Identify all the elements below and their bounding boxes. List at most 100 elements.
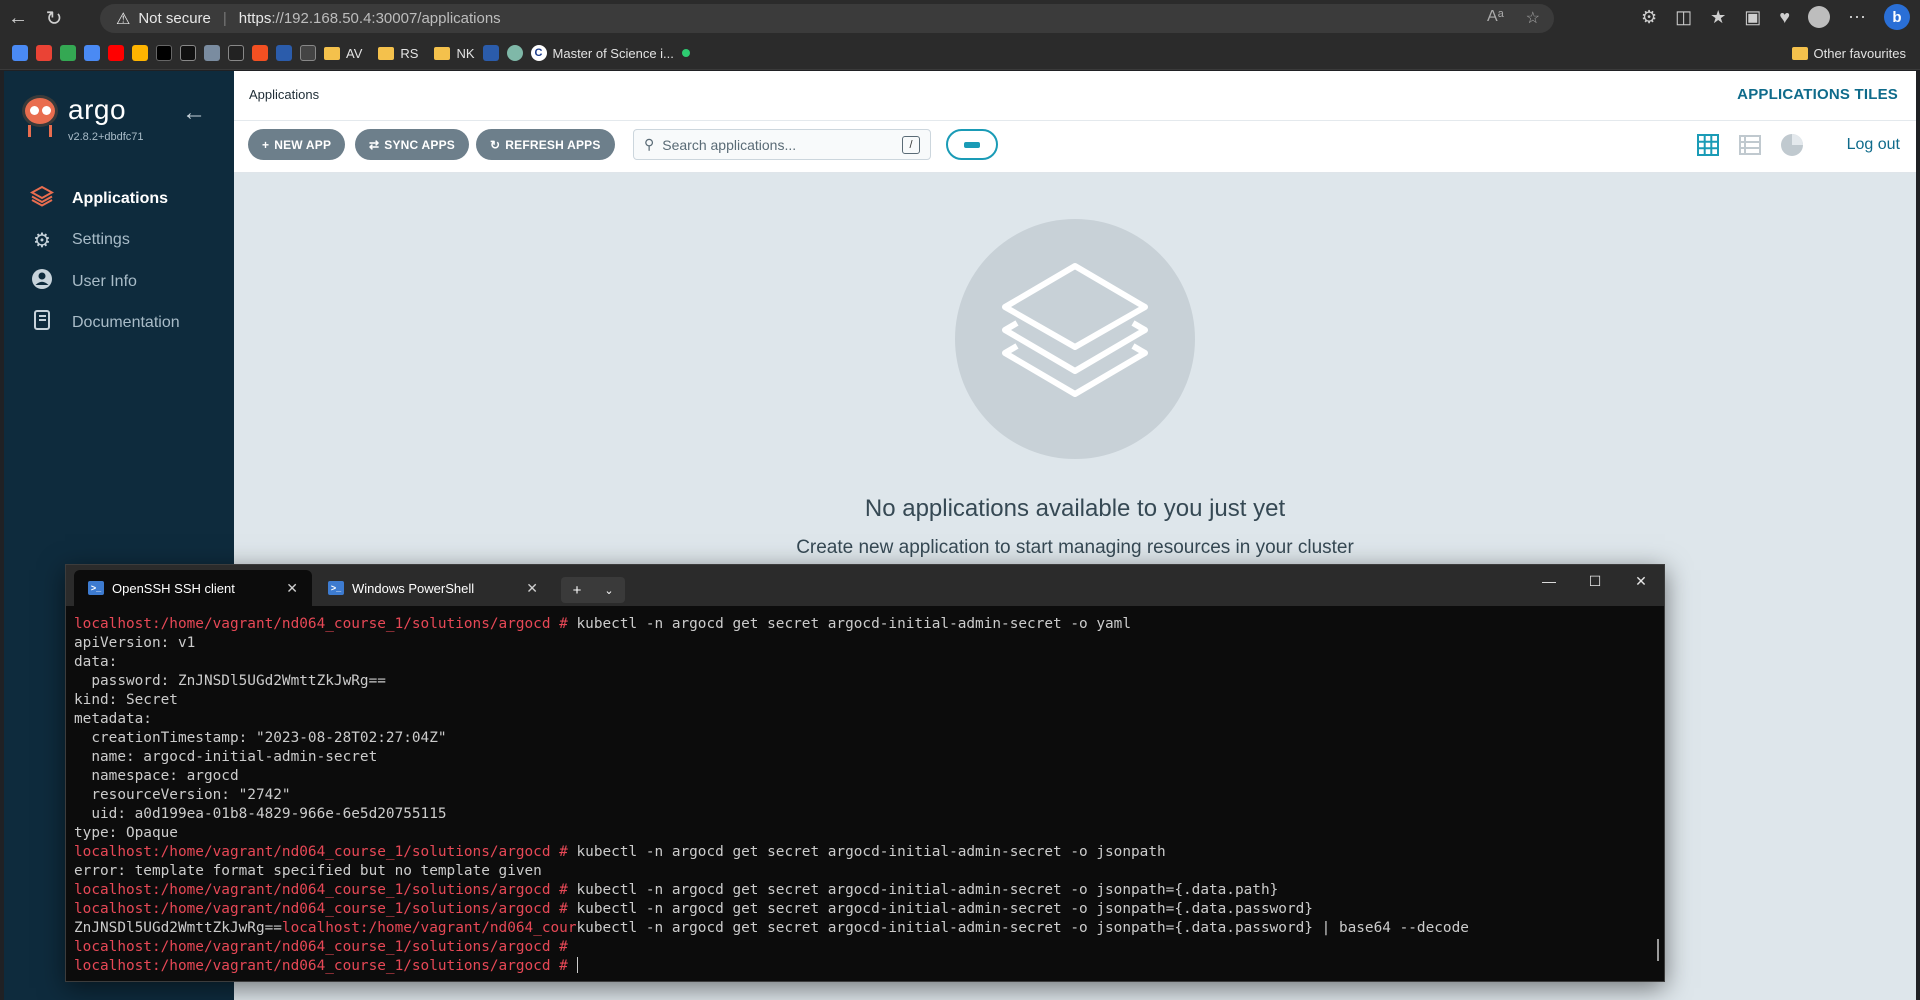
read-aloud-icon[interactable]: Aᵃ [1487,8,1504,28]
terminal-line: type: Opaque [74,825,178,841]
search-input[interactable]: ⚲ Search applications... / [633,129,931,160]
terminal-line: localhost:/home/vagrant/nd064_course_1/s… [74,938,1654,957]
terminal-scrollbar[interactable] [1657,939,1659,961]
sidebar-item-user-info[interactable]: User Info [4,262,234,302]
text-cursor [576,957,578,973]
chevron-down-icon[interactable]: ⌄ [593,577,625,603]
more-menu-icon[interactable]: ⋯ [1848,7,1866,28]
plus-icon[interactable]: + [561,577,593,603]
sidebar-item-label: Applications [72,190,169,207]
version-label: v2.8.2+dbdfc71 [68,131,144,143]
terminal-output[interactable]: localhost:/home/vagrant/nd064_course_1/s… [74,615,1654,976]
search-placeholder: Search applications... [662,136,797,153]
powershell-icon: >_ [88,581,104,595]
argo-logo[interactable]: argo v2.8.2+dbdfc71 [20,95,144,143]
tab-windows-powershell[interactable]: >_ Windows PowerShell ✕ [314,570,552,606]
performance-icon[interactable]: ♥ [1779,7,1790,28]
gears-icon: ⚙ [33,229,51,252]
page-header: Applications APPLICATIONS TILES [234,71,1916,121]
sidebar-item-documentation[interactable]: Documentation [4,303,234,343]
collections-icon[interactable]: ▣ [1744,7,1761,28]
apps-toolbar: + NEW APP ⇄ SYNC APPS ↻ REFRESH APPS ⚲ S… [234,121,1916,173]
shell-prompt: localhost:/home/vagrant/nd064_course_1/s… [74,844,577,860]
empty-state-subtitle: Create new application to start managing… [796,537,1354,558]
terminal-line: resourceVersion: "2742" [74,787,291,803]
minimize-icon[interactable]: — [1526,565,1572,597]
new-tab-control[interactable]: + ⌄ [561,577,625,603]
bookmark-photos[interactable] [132,42,148,64]
bookmark-microsoft[interactable] [252,42,268,64]
sidebar-item-settings[interactable]: ⚙ Settings [4,220,234,260]
bookmark-site[interactable] [204,42,220,64]
empty-state-title: No applications available to you just ye… [864,495,1286,522]
bookmark-master-of-science[interactable]: C Master of Science i... [530,42,674,64]
other-favourites[interactable]: Other favourites [1791,37,1906,70]
bookmark-link[interactable] [276,42,292,64]
search-shortcut-hint: / [902,136,920,154]
bookmark-translate[interactable] [12,42,28,64]
bookmark-tv[interactable] [180,42,196,64]
bookmark-link-2[interactable] [482,42,499,64]
refresh-apps-button[interactable]: ↻ REFRESH APPS [476,129,615,160]
favorite-star-icon[interactable]: ☆ [1526,8,1540,28]
close-icon[interactable]: ✕ [1618,565,1664,597]
profile-avatar[interactable] [1808,6,1830,28]
maximize-icon[interactable]: ☐ [1572,565,1618,597]
browser-toolbar: ← ↻ ⚠ Not secure | https://192.168.50.4:… [0,0,1920,37]
filter-toggle-button[interactable] [946,129,998,160]
bookmark-folder-nk[interactable]: NK [434,42,475,64]
tiles-view-icon[interactable] [1696,133,1720,157]
sidebar-nav: Applications ⚙ Settings User Info Docume… [4,179,234,344]
filter-icon [964,141,980,148]
shell-prompt: localhost:/home/vagrant/nd064_course_1/s… [74,882,577,898]
terminal-line: localhost:/home/vagrant/nd064_course_1/s… [74,616,1132,632]
shell-prompt: localhost:/home/vagrant/nd064_course_1/s… [74,616,577,632]
close-tab-icon[interactable]: ✕ [526,580,538,597]
url-text: https://192.168.50.4:30007/applications [238,10,501,27]
folder-icon [434,46,451,60]
argo-octopus-icon [20,95,60,139]
bookmark-si[interactable] [228,42,244,64]
bookmark-screen[interactable] [300,42,316,64]
address-bar[interactable]: ⚠ Not secure | https://192.168.50.4:3000… [100,4,1554,33]
shell-prompt: localhost:/home/vagrant/nd064_course_1/s… [74,901,577,917]
terminal-line: metadata: [74,711,152,727]
empty-layers-icon [955,219,1195,459]
bing-copilot-icon[interactable]: b [1884,4,1910,30]
extensions-icon[interactable]: ⚙ [1641,7,1657,28]
logout-link[interactable]: Log out [1847,136,1900,154]
new-app-button[interactable]: + NEW APP [248,129,346,160]
bookmark-openai[interactable] [506,42,523,64]
sidebar-item-applications[interactable]: Applications [4,179,234,219]
bookmark-drive[interactable] [60,42,76,64]
bookmark-youtube[interactable] [108,42,124,64]
tab-openssh[interactable]: >_ OpenSSH SSH client ✕ [74,570,312,606]
back-icon[interactable]: ← [0,4,36,34]
favorites-icon[interactable]: ★ [1710,7,1726,28]
bookmark-x[interactable] [156,42,172,64]
terminal-window[interactable]: >_ OpenSSH SSH client ✕ >_ Windows Power… [65,564,1665,982]
security-label: Not secure [138,10,211,27]
close-tab-icon[interactable]: ✕ [286,580,298,597]
reload-icon[interactable]: ↻ [36,4,72,34]
collapse-sidebar-icon[interactable]: ← [182,99,206,127]
bookmark-status-dot[interactable] [681,42,690,64]
shell-prompt: localhost:/home/vagrant/nd064_course_1/s… [74,958,577,974]
terminal-line: localhost:/home/vagrant/nd064_course_1/s… [74,901,1313,917]
bookmark-gmail[interactable] [36,42,52,64]
empty-state: No applications available to you just ye… [234,173,1916,559]
bookmark-calendar[interactable] [84,42,100,64]
terminal-line: password: ZnJNSDl5UGd2WmttZkJwRg== [74,673,386,689]
bookmark-folder-rs[interactable]: RS [378,42,418,64]
sidebar-item-label: Documentation [72,314,180,331]
bookmark-folder-av[interactable]: AV [324,42,362,64]
search-icon: ⚲ [644,136,655,152]
split-screen-icon[interactable]: ◫ [1675,7,1692,28]
summary-view-icon[interactable] [1780,133,1804,157]
list-view-icon[interactable] [1738,133,1762,157]
sync-apps-button[interactable]: ⇄ SYNC APPS [355,129,469,160]
terminal-line: data: [74,654,118,670]
breadcrumb[interactable]: Applications [249,87,319,102]
sidebar-item-label: Settings [72,231,130,248]
terminal-line: apiVersion: v1 [74,635,196,651]
